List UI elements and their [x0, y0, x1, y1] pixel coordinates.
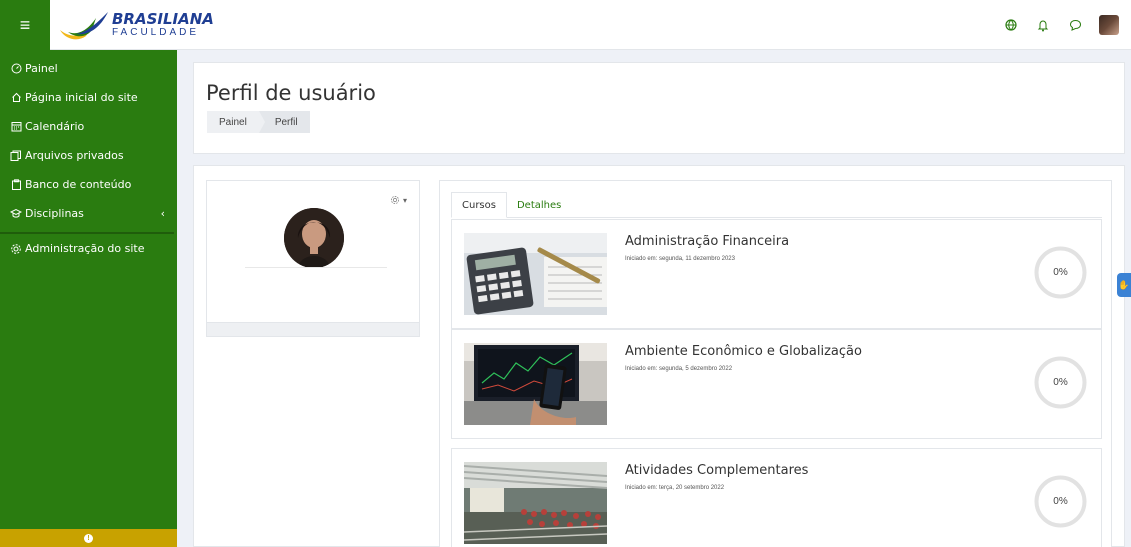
sidebar-item-label: Calendário [25, 120, 85, 133]
progress-percent: 0% [1053, 377, 1068, 388]
dashboard-icon [10, 63, 22, 75]
course-title[interactable]: Ambiente Econômico e Globalização [625, 344, 862, 359]
gear-icon [390, 195, 399, 205]
course-start-date: Iniciado em: segunda, 5 dezembro 2022 [625, 366, 733, 372]
course-card[interactable]: Administração Financeira Iniciado em: se… [451, 219, 1102, 329]
sidebar-item-disciplinas[interactable]: Disciplinas ‹ [0, 199, 177, 228]
sidebar-item-label: Página inicial do site [25, 91, 138, 104]
tab-cursos[interactable]: Cursos [451, 192, 507, 218]
accessibility-widget-button[interactable]: ✋ [1117, 273, 1131, 297]
page-title: Perfil de usuário [206, 81, 376, 105]
accessibility-icon: ✋ [1118, 279, 1130, 290]
graduation-cap-icon [10, 208, 22, 220]
sidebar-item-painel[interactable]: Painel [0, 54, 177, 83]
sidebar-item-label: Painel [25, 62, 58, 75]
sidebar-nav: Painel Página inicial do site Calendário… [0, 50, 177, 547]
course-thumbnail [464, 343, 607, 425]
sidebar-item-label: Arquivos privados [25, 149, 124, 162]
course-title[interactable]: Administração Financeira [625, 234, 789, 249]
course-card[interactable]: Atividades Complementares Iniciado em: t… [451, 448, 1102, 547]
profile-divider [245, 267, 387, 268]
profile-settings-menu[interactable]: ▾ [390, 195, 407, 205]
clipboard-icon [10, 179, 22, 191]
course-title[interactable]: Atividades Complementares [625, 463, 808, 478]
calendar-icon [10, 121, 22, 133]
profile-content: ▾ Cursos Detalhes Administração Financei… [193, 165, 1125, 547]
user-avatar[interactable] [1099, 15, 1119, 35]
logo-text-line2: FACULDADE [112, 27, 200, 38]
breadcrumb-item-perfil: Perfil [258, 111, 310, 133]
progress-percent: 0% [1053, 496, 1068, 507]
breadcrumb: Painel Perfil [207, 111, 310, 133]
progress-percent: 0% [1053, 267, 1068, 278]
info-icon: ! [84, 533, 93, 543]
course-thumbnail [464, 462, 607, 544]
home-icon [10, 92, 22, 104]
logo-swoosh-icon [60, 12, 108, 40]
sidebar-item-label: Banco de conteúdo [25, 178, 132, 191]
globe-icon[interactable] [1003, 17, 1019, 33]
hamburger-icon: ≡ [19, 14, 31, 35]
menu-toggle-button[interactable]: ≡ [0, 0, 50, 50]
bell-icon[interactable] [1035, 17, 1051, 33]
sidebar-footer[interactable]: ! [0, 529, 177, 547]
course-start-date: Iniciado em: segunda, 11 dezembro 2023 [625, 256, 735, 262]
profile-card: ▾ [206, 180, 420, 337]
sidebar-item-label: Disciplinas [25, 207, 84, 220]
sidebar-item-calendar[interactable]: Calendário [0, 112, 177, 141]
profile-avatar [284, 208, 344, 268]
top-navbar: ≡ BRASILIANA FACULDADE [0, 0, 1131, 50]
course-start-date: Iniciado em: terça, 20 setembro 2022 [625, 485, 725, 491]
chevron-left-icon[interactable]: ‹ [161, 207, 165, 220]
tab-detalhes[interactable]: Detalhes [507, 192, 571, 218]
gear-icon [10, 243, 22, 255]
files-icon [10, 150, 22, 162]
site-logo[interactable]: BRASILIANA FACULDADE [58, 7, 214, 43]
sidebar-item-content-bank[interactable]: Banco de conteúdo [0, 170, 177, 199]
breadcrumb-item-painel[interactable]: Painel [207, 111, 265, 133]
chat-icon[interactable] [1067, 17, 1083, 33]
sidebar-item-home[interactable]: Página inicial do site [0, 83, 177, 112]
caret-down-icon: ▾ [402, 195, 407, 205]
sidebar-item-site-admin[interactable]: Administração do site [0, 234, 177, 263]
course-thumbnail [464, 233, 607, 315]
page-header: Perfil de usuário Painel Perfil [193, 62, 1125, 154]
sidebar-item-label: Administração do site [25, 242, 145, 255]
sidebar-item-private-files[interactable]: Arquivos privados [0, 141, 177, 170]
profile-card-footer [207, 322, 419, 336]
logo-text-line1: BRASILIANA [112, 10, 214, 28]
course-card[interactable]: Ambiente Econômico e Globalização Inicia… [451, 329, 1102, 439]
courses-panel: Cursos Detalhes Administração Financeira… [439, 180, 1112, 547]
profile-tabs: Cursos Detalhes [451, 192, 1102, 218]
